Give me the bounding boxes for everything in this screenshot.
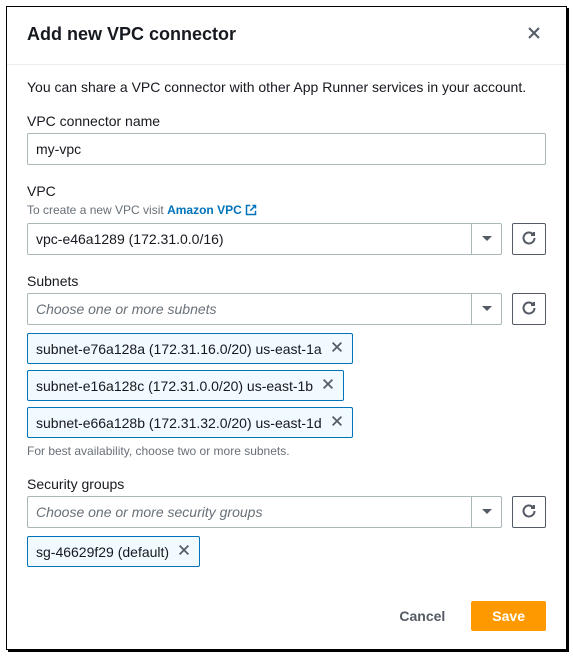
caret-down-icon	[471, 294, 501, 324]
refresh-icon	[521, 503, 537, 522]
subnets-refresh-button[interactable]	[512, 293, 546, 325]
modal-footer: Cancel Save	[7, 589, 566, 649]
subnets-field: Subnets Choose one or more subnets	[27, 273, 546, 458]
modal-header: Add new VPC connector	[7, 7, 566, 65]
sg-token: sg-46629f29 (default)	[27, 536, 200, 567]
subnet-token: subnet-e16a128c (172.31.0.0/20) us-east-…	[27, 370, 344, 401]
close-icon	[526, 25, 542, 44]
subnets-select[interactable]: Choose one or more subnets	[27, 293, 502, 325]
subnets-placeholder: Choose one or more subnets	[36, 301, 217, 317]
refresh-icon	[521, 300, 537, 319]
subnet-token-label: subnet-e66a128b (172.31.32.0/20) us-east…	[36, 415, 322, 431]
security-groups-select[interactable]: Choose one or more security groups	[27, 496, 502, 528]
subnet-token-label: subnet-e16a128c (172.31.0.0/20) us-east-…	[36, 378, 313, 394]
external-link-icon	[245, 204, 257, 216]
modal-title: Add new VPC connector	[27, 24, 236, 45]
remove-subnet-button[interactable]	[319, 375, 337, 396]
subnet-token: subnet-e66a128b (172.31.32.0/20) us-east…	[27, 407, 353, 438]
modal-body: You can share a VPC connector with other…	[7, 65, 566, 589]
subnet-tokens: subnet-e76a128a (172.31.16.0/20) us-east…	[27, 333, 546, 438]
refresh-icon	[521, 230, 537, 249]
amazon-vpc-link[interactable]: Amazon VPC	[167, 203, 242, 217]
vpc-select[interactable]: vpc-e46a1289 (172.31.0.0/16)	[27, 223, 502, 255]
vpc-field: VPC To create a new VPC visit Amazon VPC…	[27, 183, 546, 255]
close-icon	[330, 414, 344, 431]
close-icon	[321, 377, 335, 394]
vpc-select-value: vpc-e46a1289 (172.31.0.0/16)	[36, 231, 224, 247]
vpc-hint: To create a new VPC visit Amazon VPC	[27, 203, 546, 217]
cancel-button[interactable]: Cancel	[383, 602, 461, 630]
subnet-token-label: subnet-e76a128a (172.31.16.0/20) us-east…	[36, 341, 322, 357]
modal-description: You can share a VPC connector with other…	[27, 79, 546, 95]
subnets-help: For best availability, choose two or mor…	[27, 444, 546, 458]
vpc-refresh-button[interactable]	[512, 223, 546, 255]
security-groups-refresh-button[interactable]	[512, 496, 546, 528]
field-label: Subnets	[27, 273, 546, 289]
remove-subnet-button[interactable]	[328, 412, 346, 433]
caret-down-icon	[471, 224, 501, 254]
sg-tokens: sg-46629f29 (default)	[27, 536, 546, 567]
security-groups-field: Security groups Choose one or more secur…	[27, 476, 546, 567]
field-label: VPC	[27, 183, 546, 199]
field-label: VPC connector name	[27, 113, 546, 129]
caret-down-icon	[471, 497, 501, 527]
save-button[interactable]: Save	[471, 601, 546, 631]
subnet-token: subnet-e76a128a (172.31.16.0/20) us-east…	[27, 333, 353, 364]
remove-sg-button[interactable]	[175, 541, 193, 562]
field-label: Security groups	[27, 476, 546, 492]
remove-subnet-button[interactable]	[328, 338, 346, 359]
sg-token-label: sg-46629f29 (default)	[36, 544, 169, 560]
security-groups-placeholder: Choose one or more security groups	[36, 504, 262, 520]
close-button[interactable]	[522, 21, 546, 48]
close-icon	[177, 543, 191, 560]
add-vpc-connector-modal: Add new VPC connector You can share a VP…	[6, 6, 567, 650]
vpc-connector-name-field: VPC connector name	[27, 113, 546, 165]
vpc-connector-name-input[interactable]	[27, 133, 546, 165]
close-icon	[330, 340, 344, 357]
